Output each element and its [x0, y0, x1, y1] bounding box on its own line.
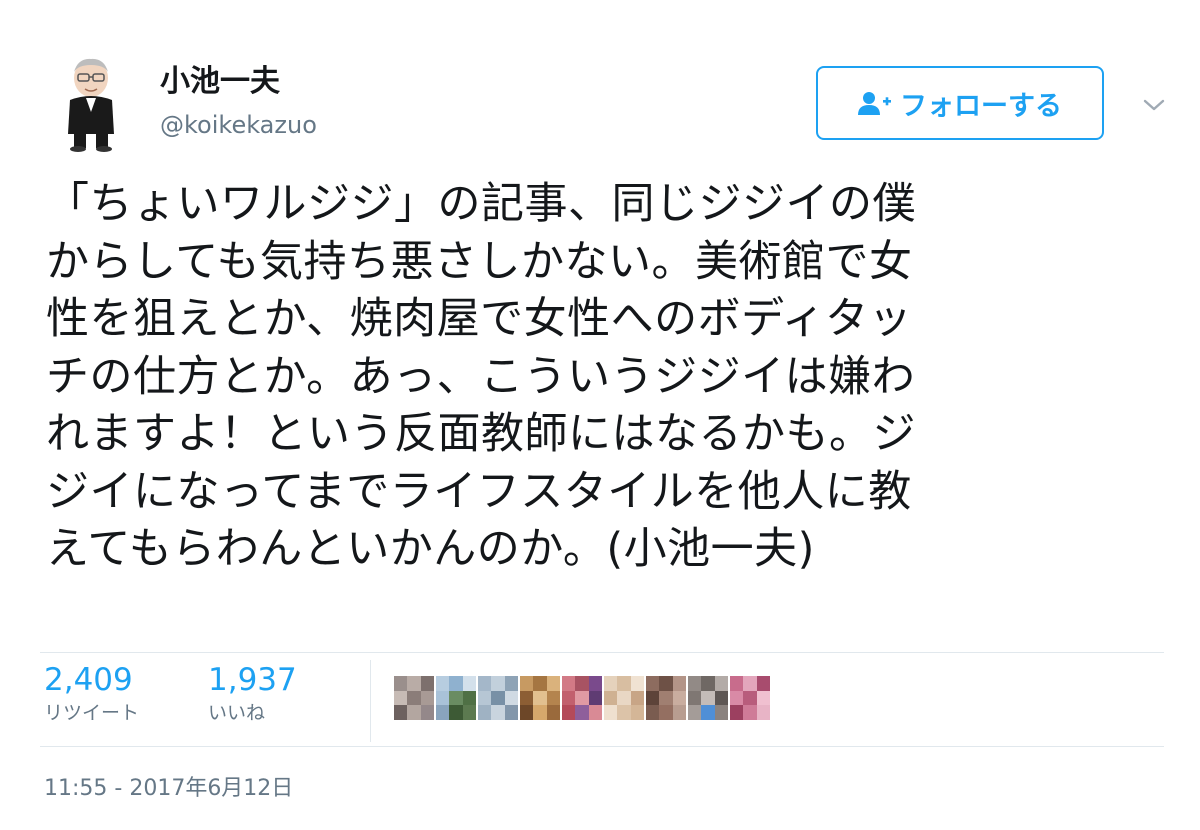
- avatar-illustration: [68, 58, 114, 152]
- liker-avatars: [394, 676, 772, 720]
- display-name[interactable]: 小池一夫: [160, 64, 280, 100]
- liker-avatar[interactable]: [436, 676, 476, 720]
- tweet-text-line: チの仕方とか。あっ、こういうジジイは嫌わ: [46, 351, 916, 402]
- tweet-text-line: からしても気持ち悪さしかない。美術館で女: [46, 236, 913, 287]
- liker-avatar[interactable]: [562, 676, 602, 720]
- liker-avatar[interactable]: [646, 676, 686, 720]
- liker-avatar[interactable]: [478, 676, 518, 720]
- liker-avatar[interactable]: [730, 676, 770, 720]
- follow-person-icon: [858, 90, 892, 116]
- like-label: いいね: [208, 702, 266, 724]
- tweet-text: 「ちょいワルジジ」の記事、同じジジイの僕 からしても気持ち悪さしかない。美術館で…: [46, 176, 1156, 579]
- username[interactable]: @koikekazuo: [160, 110, 317, 140]
- stats-vertical-divider: [370, 660, 371, 742]
- timestamp[interactable]: 11:55 - 2017年6月12日: [44, 774, 293, 804]
- tweet-text-line: 性を狙えとか、焼肉屋で女性へのボディタッ: [46, 294, 913, 344]
- stats-top-divider: [40, 652, 1164, 653]
- tweet-text-line: れますよ！という反面教師にはなるかも。ジ: [46, 409, 916, 459]
- liker-avatar[interactable]: [394, 676, 434, 720]
- like-stat[interactable]: 1,937 いいね: [208, 662, 297, 726]
- tweet-text-line: 「ちょいワルジジ」の記事、同じジジイの僕: [46, 179, 916, 229]
- like-count: 1,937: [208, 662, 297, 698]
- tweet-text-line: えてもらわんといかんのか。(小池一夫): [46, 524, 815, 574]
- follow-button-label: フォローする: [900, 90, 1062, 122]
- liker-avatar[interactable]: [604, 676, 644, 720]
- liker-avatar[interactable]: [688, 676, 728, 720]
- avatar[interactable]: [58, 56, 124, 152]
- retweet-stat[interactable]: 2,409 リツイート: [44, 662, 139, 726]
- follow-button[interactable]: フォローする: [816, 66, 1104, 140]
- chevron-down-icon[interactable]: [1140, 94, 1168, 116]
- liker-avatar[interactable]: [520, 676, 560, 720]
- retweet-label: リツイート: [44, 702, 140, 724]
- stats-bottom-divider: [40, 746, 1164, 747]
- tweet-text-line: ジイになってまでライフスタイルを他人に教: [46, 466, 912, 517]
- retweet-count: 2,409: [44, 662, 133, 698]
